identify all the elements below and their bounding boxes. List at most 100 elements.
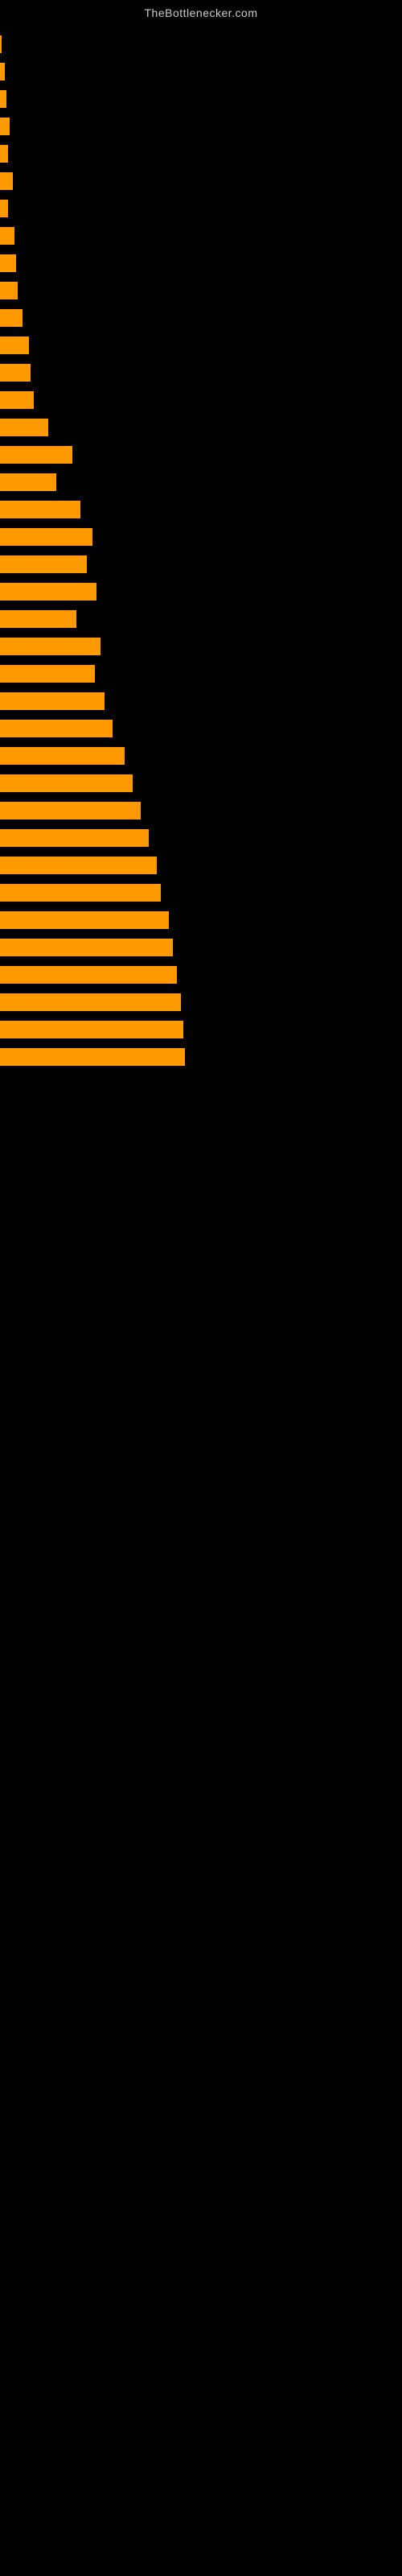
- bar-row: Bottlenec: [0, 414, 402, 441]
- bar-label: Bo: [0, 122, 10, 131]
- bar-row: Bottleneck result: [0, 906, 402, 934]
- bar-row: Bottleneck result: [0, 770, 402, 797]
- bar-row: Bottleneck result: [0, 633, 402, 660]
- bars-container: B B Bo B Bo B Bo Bo Bo Bot Bottl Bottl Bottle Bottlen…: [0, 23, 402, 1079]
- bar: Bottleneck result: [0, 911, 169, 929]
- bar: Bottleneck result: [0, 939, 173, 956]
- bar-label: Bottleneck result: [0, 1025, 68, 1034]
- bar-row: Bottleneck resu: [0, 660, 402, 687]
- bar-label: Bottleneck resu: [0, 669, 64, 679]
- bar-label: B: [0, 67, 5, 76]
- bar: Bottleneck result: [0, 802, 141, 819]
- bar-row: Bottleneck res: [0, 441, 402, 469]
- bar-label: Bo: [0, 231, 14, 241]
- bar-row: Bottleneck re: [0, 605, 402, 633]
- bar: Bottleneck result: [0, 528, 92, 546]
- bar: Bottleneck result: [0, 1021, 183, 1038]
- bar: Bottleneck resu: [0, 555, 87, 573]
- bar: Bo: [0, 254, 16, 272]
- bar-row: Bottleneck result: [0, 852, 402, 879]
- bar-row: Bottleneck result: [0, 797, 402, 824]
- bar: Bottleneck result: [0, 747, 125, 765]
- bar-row: Bottleneck result: [0, 742, 402, 770]
- bar: B: [0, 90, 6, 108]
- bar-row: B: [0, 140, 402, 167]
- bar: Bottleneck result: [0, 966, 177, 984]
- bar: B: [0, 200, 8, 217]
- bar-label: Bottleneck result: [0, 778, 68, 788]
- bar-row: Bottleneck result: [0, 989, 402, 1016]
- bar-row: Bo: [0, 250, 402, 277]
- bar: Bot: [0, 309, 23, 327]
- bar-label: Bottleneck result: [0, 888, 68, 898]
- bar-label: Bottleneck resu: [0, 559, 64, 569]
- bar: Bo: [0, 227, 14, 245]
- bar-row: Bo: [0, 167, 402, 195]
- bar: Bottleneck result: [0, 993, 181, 1011]
- bar-row: Bo: [0, 113, 402, 140]
- bar-row: B: [0, 195, 402, 222]
- bar-label: Bottleneck result: [0, 696, 68, 706]
- bar-row: Bottleneck result: [0, 715, 402, 742]
- bar: Bottl: [0, 336, 29, 354]
- bar-label: Bottle: [0, 395, 26, 405]
- bar-row: Bottleneck result: [0, 578, 402, 605]
- bar-label: Bottleneck result: [0, 1052, 68, 1062]
- bar-label: B: [0, 149, 8, 159]
- bar-label: Bottleneck result: [0, 970, 68, 980]
- bar-label: Bo: [0, 258, 14, 268]
- bar-label: Bottleneck result: [0, 806, 68, 815]
- bar: Bottle: [0, 391, 34, 409]
- bar-row: Bo: [0, 277, 402, 304]
- bar-label: Bottleneck result: [0, 861, 68, 870]
- bar-row: Bottleneck result: [0, 687, 402, 715]
- bar: Bottl: [0, 364, 31, 382]
- bar-label: Bottl: [0, 341, 21, 350]
- bar: Bo: [0, 282, 18, 299]
- bar: Bottleneck result: [0, 720, 113, 737]
- bar: Bottleneck result: [0, 774, 133, 792]
- bar-label: B: [0, 94, 6, 104]
- bar: [0, 35, 2, 53]
- bar-row: [0, 31, 402, 58]
- bar-row: Bottleneck result: [0, 961, 402, 989]
- bar-row: Bottleneck result: [0, 1016, 402, 1043]
- bar: Bottleneck result: [0, 857, 157, 874]
- bar-label: Bottlenec: [0, 423, 40, 432]
- bar-row: Bottleneck result: [0, 523, 402, 551]
- bar-label: Bottleneck re: [0, 614, 55, 624]
- bar-row: Bottleneck resu: [0, 551, 402, 578]
- bar-label: Bottleneck result: [0, 587, 68, 597]
- bar: Bottleneck res: [0, 446, 72, 464]
- bar: Bottleneck result: [0, 829, 149, 847]
- bar: Bottleneck result: [0, 692, 105, 710]
- bar-label: Bottleneck result: [0, 915, 68, 925]
- bar-row: Bottle: [0, 386, 402, 414]
- bar-label: Bottl: [0, 368, 21, 378]
- bar: Bottleneck: [0, 473, 56, 491]
- bar-row: Bo: [0, 222, 402, 250]
- bar: Bottleneck result: [0, 638, 100, 655]
- bar-label: Bottleneck result: [0, 532, 68, 542]
- bar: B: [0, 145, 8, 163]
- bar-row: Bottl: [0, 359, 402, 386]
- bar-label: Bottleneck result: [0, 751, 68, 761]
- bar: Bo: [0, 118, 10, 135]
- bar-label: Bottleneck result: [0, 642, 68, 651]
- bar: Bottleneck result: [0, 583, 96, 601]
- bar-row: Bottleneck result: [0, 1043, 402, 1071]
- bar: Bottleneck result: [0, 1048, 185, 1066]
- bar-label: Bottleneck result: [0, 943, 68, 952]
- bar: Bo: [0, 172, 13, 190]
- bar-label: Bot: [0, 313, 17, 323]
- bar: B: [0, 63, 5, 80]
- bar-label: Bottleneck res: [0, 450, 59, 460]
- bar: Bottleneck result: [0, 884, 161, 902]
- bar-row: Bottleneck: [0, 469, 402, 496]
- bar-label: Bottleneck result: [0, 997, 68, 1007]
- bar-row: Bottleneck result: [0, 934, 402, 961]
- bar-label: Bo: [0, 176, 13, 186]
- bar-row: B: [0, 58, 402, 85]
- bar-row: Bot: [0, 304, 402, 332]
- bar-label: Bottleneck resu: [0, 505, 64, 514]
